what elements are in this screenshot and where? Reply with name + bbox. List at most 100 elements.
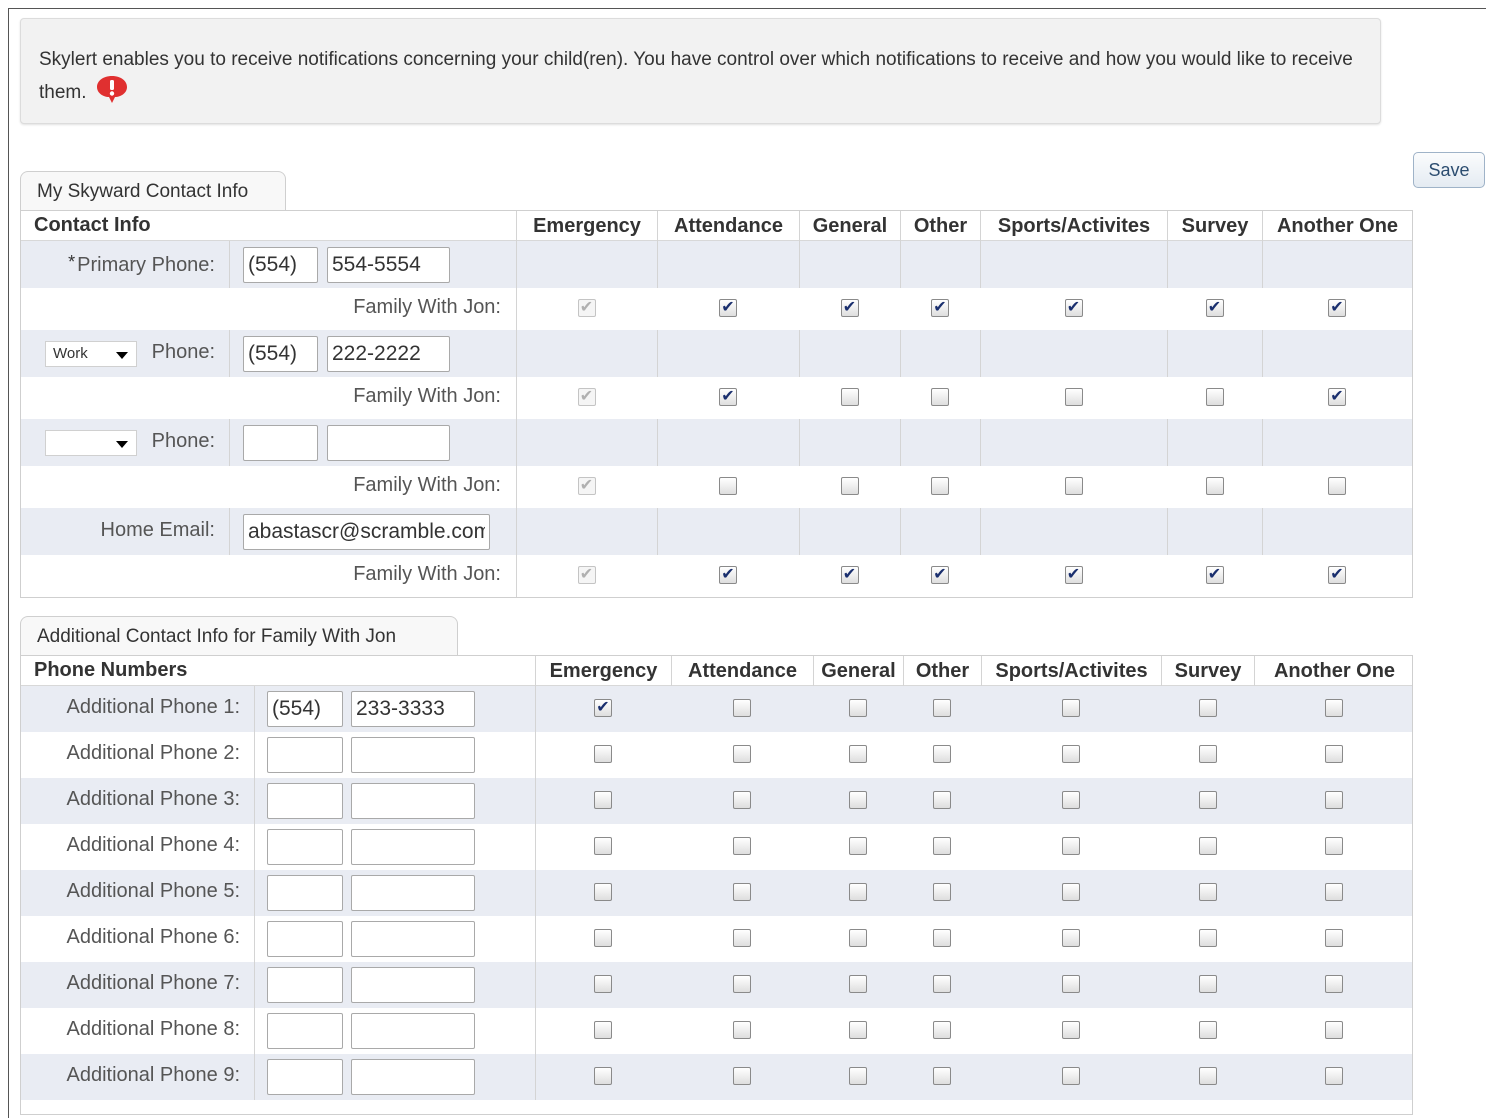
checkbox-another-one[interactable]: ✔ [1328, 299, 1346, 317]
area-code-input[interactable] [267, 1013, 343, 1049]
checkbox-emergency[interactable] [594, 975, 612, 993]
checkbox-general[interactable] [849, 837, 867, 855]
checkbox-emergency[interactable]: ✔ [594, 699, 612, 717]
checkbox-other[interactable] [933, 929, 951, 947]
checkbox-attendance[interactable] [733, 837, 751, 855]
phone-number-input[interactable] [327, 425, 450, 461]
checkbox-other[interactable] [931, 477, 949, 495]
checkbox-sports-activites[interactable] [1062, 929, 1080, 947]
checkbox-sports-activites[interactable] [1062, 745, 1080, 763]
checkbox-sports-activites[interactable] [1062, 1021, 1080, 1039]
checkbox-attendance[interactable] [733, 745, 751, 763]
checkbox-survey[interactable] [1198, 837, 1217, 855]
save-button[interactable]: Save [1413, 152, 1485, 188]
checkbox-general[interactable] [849, 1067, 867, 1085]
checkbox-attendance[interactable]: ✔ [719, 566, 737, 584]
checkbox-general[interactable] [849, 883, 867, 901]
checkbox-other[interactable] [933, 1067, 951, 1085]
checkbox-other[interactable]: ✔ [931, 566, 949, 584]
checkbox-sports-activites[interactable] [1062, 883, 1080, 901]
checkbox-general[interactable] [849, 699, 867, 717]
phone-number-input[interactable] [351, 921, 475, 957]
checkbox-another-one[interactable]: ✔ [1328, 566, 1346, 584]
checkbox-general[interactable] [849, 1021, 867, 1039]
checkbox-attendance[interactable] [733, 975, 751, 993]
phone-number-input[interactable] [351, 1059, 475, 1095]
email-input[interactable] [243, 514, 490, 550]
checkbox-another-one[interactable] [1328, 477, 1346, 495]
checkbox-attendance[interactable]: ✔ [719, 388, 737, 406]
checkbox-emergency[interactable] [594, 1067, 612, 1085]
checkbox-attendance[interactable] [733, 1067, 751, 1085]
phone-number-input[interactable] [327, 247, 450, 283]
checkbox-survey[interactable] [1198, 791, 1217, 809]
checkbox-survey[interactable]: ✔ [1205, 566, 1224, 584]
checkbox-another-one[interactable] [1325, 883, 1343, 901]
checkbox-another-one[interactable] [1325, 791, 1343, 809]
checkbox-sports-activites[interactable] [1064, 477, 1083, 495]
checkbox-other[interactable] [933, 745, 951, 763]
checkbox-attendance[interactable] [733, 1021, 751, 1039]
phone-number-input[interactable] [351, 691, 475, 727]
checkbox-general[interactable]: ✔ [840, 566, 859, 584]
checkbox-sports-activites[interactable] [1062, 975, 1080, 993]
phone-number-input[interactable] [351, 737, 475, 773]
tab-additional-contact-info[interactable]: Additional Contact Info for Family With … [20, 616, 458, 656]
area-code-input[interactable] [267, 829, 343, 865]
area-code-input[interactable] [243, 336, 318, 372]
checkbox-attendance[interactable] [733, 699, 751, 717]
checkbox-emergency[interactable] [594, 745, 612, 763]
checkbox-general[interactable] [849, 975, 867, 993]
area-code-input[interactable] [267, 691, 343, 727]
checkbox-sports-activites[interactable] [1062, 791, 1080, 809]
checkbox-general[interactable] [840, 388, 859, 406]
checkbox-survey[interactable] [1198, 975, 1217, 993]
checkbox-survey[interactable] [1198, 699, 1217, 717]
checkbox-other[interactable] [933, 975, 951, 993]
checkbox-emergency[interactable] [594, 1021, 612, 1039]
checkbox-survey[interactable] [1205, 388, 1224, 406]
checkbox-attendance[interactable]: ✔ [719, 299, 737, 317]
checkbox-sports-activites[interactable]: ✔ [1064, 299, 1083, 317]
checkbox-other[interactable] [933, 791, 951, 809]
checkbox-sports-activites[interactable]: ✔ [1064, 566, 1083, 584]
phone-type-select[interactable] [45, 430, 137, 456]
checkbox-emergency[interactable] [594, 791, 612, 809]
checkbox-survey[interactable] [1205, 477, 1224, 495]
checkbox-general[interactable] [840, 477, 859, 495]
checkbox-another-one[interactable] [1325, 975, 1343, 993]
phone-number-input[interactable] [351, 875, 475, 911]
checkbox-another-one[interactable] [1325, 837, 1343, 855]
checkbox-sports-activites[interactable] [1062, 699, 1080, 717]
area-code-input[interactable] [267, 967, 343, 1003]
checkbox-another-one[interactable] [1325, 1067, 1343, 1085]
checkbox-other[interactable] [933, 699, 951, 717]
checkbox-another-one[interactable] [1325, 1021, 1343, 1039]
checkbox-survey[interactable] [1198, 929, 1217, 947]
checkbox-survey[interactable] [1198, 745, 1217, 763]
phone-type-select[interactable]: Work [45, 341, 137, 367]
phone-number-input[interactable] [327, 336, 450, 372]
checkbox-emergency[interactable] [594, 883, 612, 901]
alert-icon[interactable] [95, 74, 129, 104]
checkbox-emergency[interactable] [594, 837, 612, 855]
checkbox-general[interactable]: ✔ [840, 299, 859, 317]
checkbox-survey[interactable] [1198, 1067, 1217, 1085]
area-code-input[interactable] [267, 1059, 343, 1095]
area-code-input[interactable] [267, 737, 343, 773]
area-code-input[interactable] [243, 247, 318, 283]
checkbox-sports-activites[interactable] [1062, 1067, 1080, 1085]
checkbox-another-one[interactable]: ✔ [1328, 388, 1346, 406]
tab-my-skyward-contact-info[interactable]: My Skyward Contact Info [20, 171, 286, 211]
checkbox-survey[interactable]: ✔ [1205, 299, 1224, 317]
checkbox-other[interactable] [933, 883, 951, 901]
checkbox-survey[interactable] [1198, 883, 1217, 901]
checkbox-another-one[interactable] [1325, 699, 1343, 717]
phone-number-input[interactable] [351, 1013, 475, 1049]
checkbox-other[interactable] [931, 388, 949, 406]
checkbox-attendance[interactable] [733, 883, 751, 901]
area-code-input[interactable] [267, 921, 343, 957]
checkbox-attendance[interactable] [733, 791, 751, 809]
phone-number-input[interactable] [351, 783, 475, 819]
checkbox-sports-activites[interactable] [1062, 837, 1080, 855]
